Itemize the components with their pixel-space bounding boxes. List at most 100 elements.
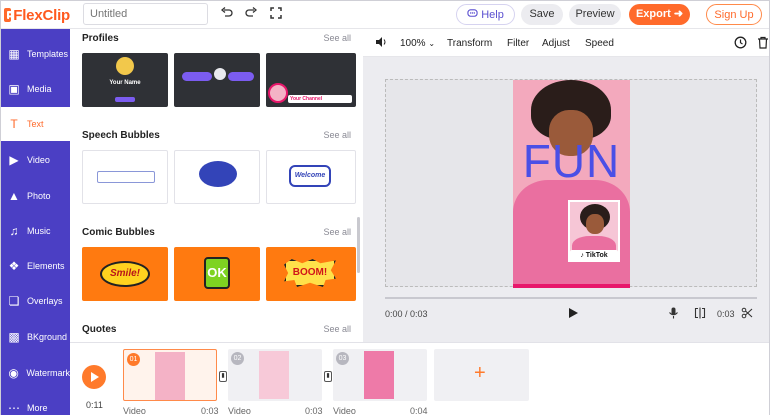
- nav-item-overlays[interactable]: ❏ Overlays: [1, 284, 70, 318]
- clip-thumbnail: [259, 351, 289, 399]
- help-icon: [467, 9, 478, 17]
- clip-thumbnail: [364, 351, 394, 399]
- templates-icon: ▦: [8, 47, 20, 61]
- nav-item-elements[interactable]: ❖ Elements: [1, 249, 70, 283]
- elements-icon: ❖: [8, 259, 20, 273]
- profile-template-1[interactable]: Your Name: [82, 53, 168, 107]
- nav-item-music[interactable]: ♫ Music: [1, 214, 70, 248]
- clip-label: Video: [123, 406, 146, 415]
- comic-bubble-template-ok[interactable]: OK: [174, 247, 260, 301]
- top-bar: FlexClip Help Save Preview Export ➜ Sign…: [1, 1, 769, 29]
- nav-item-background[interactable]: ▩ BKground: [1, 320, 70, 354]
- section-title-comic-bubbles: Comic Bubbles: [82, 227, 155, 238]
- see-all-quotes[interactable]: See all: [323, 324, 351, 334]
- clip-label: Video: [228, 406, 251, 415]
- timeline-clip-3[interactable]: 03: [333, 349, 427, 401]
- see-all-comic-bubbles[interactable]: See all: [323, 227, 351, 237]
- bubble-shape: [199, 161, 237, 187]
- nav-label: Music: [27, 226, 51, 236]
- more-icon: ⋯: [8, 401, 20, 415]
- nav-item-text[interactable]: T Text: [1, 107, 70, 141]
- clip-number: 02: [231, 352, 244, 365]
- nav-item-photo[interactable]: ▲ Photo: [1, 179, 70, 213]
- clip-label: Video: [333, 406, 356, 415]
- nav-label: Watermark: [26, 368, 70, 378]
- transition-icon[interactable]: ▮: [324, 371, 332, 382]
- section-title-quotes: Quotes: [82, 324, 117, 335]
- scissors-icon[interactable]: [741, 307, 753, 322]
- flexclip-logo[interactable]: FlexClip: [4, 5, 70, 25]
- microphone-icon[interactable]: [668, 307, 679, 322]
- add-clip-button[interactable]: +: [434, 349, 529, 401]
- logo-mark-icon: [4, 8, 12, 22]
- split-icon[interactable]: [694, 307, 706, 322]
- music-icon: ♫: [9, 224, 19, 238]
- speech-bubble-template-1[interactable]: [82, 150, 168, 204]
- signup-button[interactable]: Sign Up: [706, 4, 762, 25]
- play-icon[interactable]: [567, 307, 579, 322]
- panel-scrollbar[interactable]: [357, 217, 360, 273]
- comic-bubble-template-boom[interactable]: BOOM!: [266, 247, 356, 301]
- avatar: [116, 57, 134, 75]
- duration-readout: 0:03: [717, 309, 735, 319]
- fun-overlay-text[interactable]: FUN: [519, 134, 624, 188]
- nav-item-media[interactable]: ▣ Media: [1, 72, 70, 106]
- flexclip-editor: FlexClip Help Save Preview Export ➜ Sign…: [0, 0, 770, 415]
- timeline-play-button[interactable]: [82, 365, 106, 389]
- nav-item-watermark[interactable]: ◉ Watermark: [1, 356, 70, 390]
- nav-item-templates[interactable]: ▦ Templates: [1, 37, 70, 71]
- help-label: Help: [481, 9, 504, 21]
- left-nav: ▦ Templates ▣ Media T Text ▶ Video ▲ Photo ♫ M…: [1, 29, 70, 415]
- transform-button[interactable]: Transform: [447, 38, 492, 49]
- profile-pill: [182, 72, 212, 81]
- nav-item-video[interactable]: ▶ Video: [1, 143, 70, 177]
- pip-face-shape: [586, 214, 604, 234]
- transition-icon[interactable]: ▮: [219, 371, 227, 382]
- nav-label: Video: [27, 155, 50, 165]
- arrow-right-icon: ➜: [673, 8, 684, 20]
- export-button[interactable]: Export ➜: [629, 4, 690, 25]
- playback-progress[interactable]: [385, 297, 757, 299]
- nav-label: Elements: [27, 261, 65, 271]
- bubble-shape: [97, 171, 155, 183]
- boom-comic-text: BOOM!: [284, 259, 336, 287]
- save-button[interactable]: Save: [521, 4, 563, 25]
- timeline-clip-1[interactable]: 01: [123, 349, 217, 401]
- avatar: [214, 68, 226, 80]
- help-button[interactable]: Help: [456, 4, 515, 25]
- speech-bubble-template-2[interactable]: [174, 150, 260, 204]
- clock-icon[interactable]: [734, 36, 747, 52]
- undo-icon[interactable]: [219, 6, 235, 22]
- chevron-down-icon: ⌄: [428, 39, 436, 48]
- fullscreen-icon[interactable]: [268, 6, 284, 22]
- tiktok-label: TikTok: [585, 252, 608, 259]
- timeline-clip-2[interactable]: 02: [228, 349, 322, 401]
- nav-label: Templates: [27, 49, 69, 59]
- profile-tag: [115, 97, 135, 102]
- nav-item-more[interactable]: ⋯ More: [1, 391, 70, 415]
- profile-template-3[interactable]: Your Channel: [266, 53, 356, 107]
- volume-icon[interactable]: [375, 36, 387, 51]
- speech-bubble-template-3[interactable]: Welcome: [266, 150, 356, 204]
- profile-channel-text: Your Channel: [288, 95, 352, 103]
- preview-button[interactable]: Preview: [569, 4, 621, 25]
- smile-comic-text: Smile!: [100, 261, 150, 287]
- see-all-speech-bubbles[interactable]: See all: [323, 130, 351, 140]
- zoom-select[interactable]: 100% ⌄: [400, 38, 435, 49]
- redo-icon[interactable]: [243, 6, 259, 22]
- filter-button[interactable]: Filter: [507, 38, 529, 49]
- project-title-input[interactable]: [83, 3, 208, 25]
- see-all-profiles[interactable]: See all: [323, 33, 351, 43]
- comic-bubble-template-smile[interactable]: Smile!: [82, 247, 168, 301]
- nav-label: More: [27, 403, 48, 413]
- speed-button[interactable]: Speed: [585, 38, 614, 49]
- nav-label: Text: [27, 119, 44, 129]
- video-canvas[interactable]: FUN ♪ TikTok: [513, 80, 630, 287]
- profile-template-2[interactable]: [174, 53, 260, 107]
- adjust-button[interactable]: Adjust: [542, 38, 570, 49]
- overlays-icon: ❏: [8, 294, 20, 308]
- preview-stage: FUN ♪ TikTok 0:00 / 0:03 0:03: [363, 57, 769, 342]
- delete-icon[interactable]: [757, 36, 769, 52]
- tiktok-icon: ♪: [580, 252, 584, 259]
- clip-duration: 0:03: [305, 406, 323, 415]
